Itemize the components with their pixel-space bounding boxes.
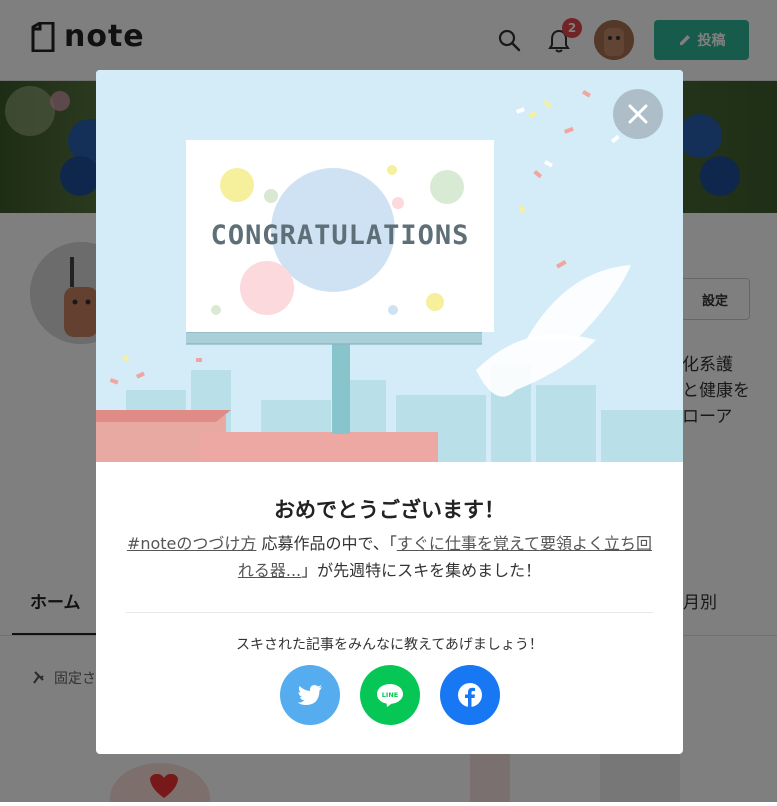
- line-icon: LINE: [377, 684, 403, 707]
- facebook-icon: [458, 683, 482, 707]
- close-button[interactable]: [613, 89, 663, 139]
- share-facebook-button[interactable]: [440, 665, 500, 725]
- close-icon: [628, 104, 648, 124]
- message-text: 」が先週特にスキを集めました！: [301, 561, 542, 580]
- svg-text:LINE: LINE: [382, 691, 398, 699]
- contest-link[interactable]: #noteのつづけ方: [127, 534, 256, 553]
- congratulations-illustration: CONGRATULATIONS: [96, 70, 683, 462]
- twitter-icon: [297, 685, 322, 705]
- message-text: 応募作品の中で、「: [256, 534, 397, 553]
- billboard-text: CONGRATULATIONS: [210, 220, 470, 251]
- share-line-button[interactable]: LINE: [360, 665, 420, 725]
- congratulations-modal: CONGRATULATIONS おめでとうございます！ #noteのつづけ方 応…: [96, 70, 683, 754]
- modal-divider: [126, 612, 653, 613]
- modal-message: #noteのつづけ方 応募作品の中で、「すぐに仕事を覚えて要領よく立ち回れる器.…: [126, 530, 653, 584]
- modal-title: おめでとうございます！: [274, 498, 505, 522]
- share-prompt: スキされた記事をみんなに教えてあげましょう！: [236, 637, 543, 653]
- share-twitter-button[interactable]: [280, 665, 340, 725]
